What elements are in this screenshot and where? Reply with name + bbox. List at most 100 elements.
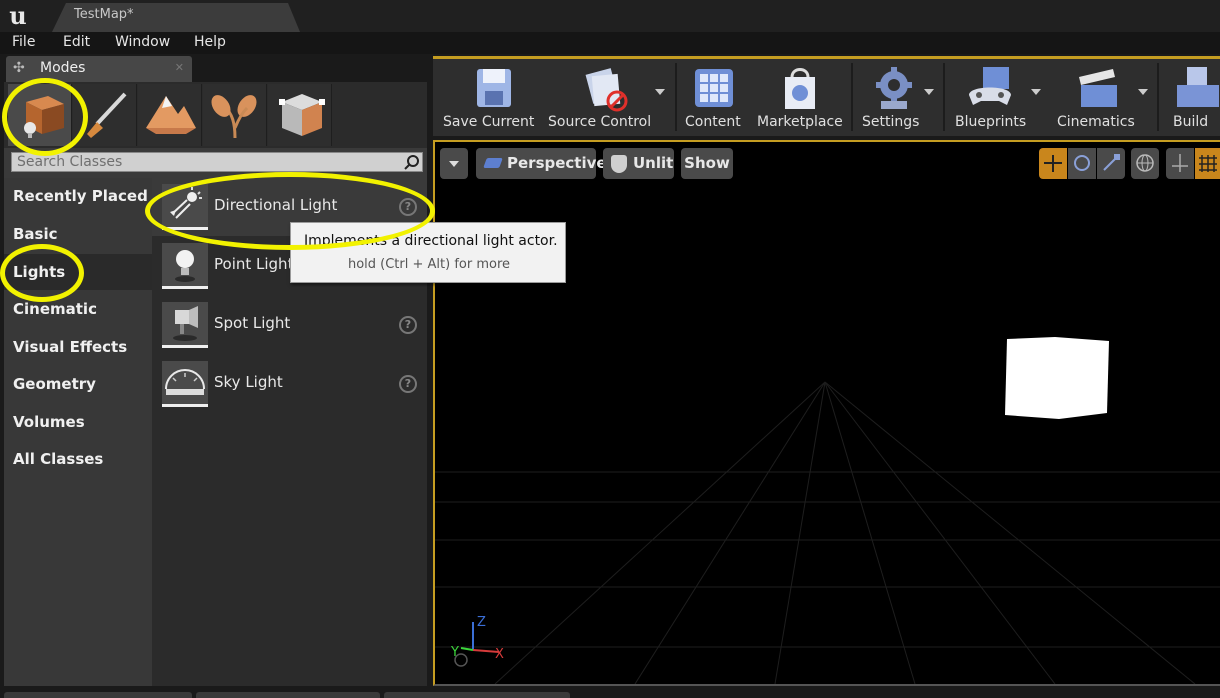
cube-actor[interactable] bbox=[1005, 337, 1111, 419]
move-icon bbox=[1044, 155, 1062, 172]
build-icon bbox=[1177, 67, 1219, 107]
place-mode-button[interactable] bbox=[8, 84, 72, 146]
menu-window[interactable]: Window bbox=[115, 34, 170, 50]
search-icon[interactable] bbox=[404, 154, 420, 170]
perspective-label: Perspective bbox=[507, 154, 607, 172]
bottom-tab[interactable] bbox=[4, 692, 192, 698]
grid-icon bbox=[1199, 155, 1217, 172]
blueprints-button[interactable]: Blueprints bbox=[951, 59, 1049, 136]
toolbar-separator bbox=[851, 63, 853, 131]
foliage-mode-icon bbox=[211, 95, 257, 139]
category-recently-placed[interactable]: Recently Placed bbox=[4, 178, 152, 214]
menu-help[interactable]: Help bbox=[194, 34, 226, 50]
toolbar-separator bbox=[943, 63, 945, 131]
category-geometry[interactable]: Geometry bbox=[4, 366, 152, 402]
view-mode-label: Unlit bbox=[633, 154, 674, 172]
modes-tab-label: Modes bbox=[40, 60, 86, 76]
settings-label: Settings bbox=[862, 114, 920, 130]
save-current-label: Save Current bbox=[443, 114, 535, 130]
grid-snap-button[interactable] bbox=[1195, 148, 1220, 179]
build-button[interactable]: Build bbox=[1163, 59, 1220, 136]
source-control-label: Source Control bbox=[548, 114, 652, 130]
category-all-classes[interactable]: All Classes bbox=[4, 441, 152, 477]
show-button[interactable]: Show bbox=[681, 148, 733, 179]
surface-snapping-button[interactable] bbox=[1166, 148, 1194, 179]
source-control-icon bbox=[585, 68, 628, 112]
globe-icon bbox=[1136, 154, 1154, 172]
list-item-spot-light[interactable]: Spot Light ? bbox=[152, 296, 427, 354]
paint-mode-button[interactable] bbox=[73, 84, 137, 146]
main-toolbar: Save Current Source Control Content Mark… bbox=[433, 56, 1220, 136]
category-basic[interactable]: Basic bbox=[4, 216, 152, 252]
chevron-down-icon[interactable] bbox=[924, 89, 934, 95]
chevron-down-icon[interactable] bbox=[655, 89, 665, 95]
bottom-bar bbox=[0, 686, 1220, 698]
place-mode-icon bbox=[24, 96, 64, 138]
category-lights[interactable]: Lights bbox=[4, 254, 152, 290]
close-icon[interactable]: ✕ bbox=[175, 61, 184, 74]
x-axis-label: X bbox=[495, 647, 504, 662]
help-icon[interactable]: ? bbox=[399, 375, 417, 393]
geometry-mode-button[interactable] bbox=[268, 84, 332, 146]
category-visual-effects[interactable]: Visual Effects bbox=[4, 329, 152, 365]
source-control-button[interactable]: Source Control bbox=[545, 59, 669, 136]
blueprints-icon bbox=[969, 67, 1011, 105]
save-current-button[interactable]: Save Current bbox=[441, 59, 541, 136]
help-icon[interactable]: ? bbox=[399, 316, 417, 334]
blueprints-label: Blueprints bbox=[955, 114, 1027, 130]
menu-edit[interactable]: Edit bbox=[63, 34, 90, 50]
view-mode-button[interactable]: Unlit bbox=[603, 148, 674, 179]
modes-tab[interactable]: ✣ Modes ✕ bbox=[6, 56, 192, 82]
chevron-down-icon[interactable] bbox=[1031, 89, 1041, 95]
document-tab-label: TestMap* bbox=[74, 7, 134, 22]
cinematics-button[interactable]: Cinematics bbox=[1053, 59, 1153, 136]
translate-tool-button[interactable] bbox=[1039, 148, 1067, 179]
tooltip-hint: hold (Ctrl + Alt) for more bbox=[347, 257, 511, 272]
category-volumes[interactable]: Volumes bbox=[4, 404, 152, 440]
item-label: Directional Light bbox=[214, 196, 338, 214]
search-input[interactable] bbox=[12, 153, 402, 171]
chevron-down-icon[interactable] bbox=[1138, 89, 1148, 95]
settings-icon bbox=[876, 67, 912, 109]
category-cinematic[interactable]: Cinematic bbox=[4, 291, 152, 327]
point-light-icon bbox=[162, 243, 208, 289]
world-coordinates-button[interactable] bbox=[1131, 148, 1159, 179]
chevron-down-icon bbox=[449, 160, 459, 167]
tooltip-text: Implements a directional light actor. bbox=[304, 233, 558, 249]
snap-icon bbox=[1172, 154, 1188, 172]
landscape-mode-icon bbox=[146, 96, 196, 134]
content-icon bbox=[695, 69, 733, 107]
scale-tool-button[interactable] bbox=[1097, 148, 1125, 179]
z-axis-label: Z bbox=[477, 615, 486, 630]
sky-light-icon bbox=[162, 361, 208, 407]
perspective-icon bbox=[483, 158, 503, 168]
y-axis-label: Y bbox=[450, 645, 459, 660]
save-icon bbox=[477, 69, 511, 107]
menu-file[interactable]: File bbox=[12, 34, 35, 50]
help-icon[interactable]: ? bbox=[399, 198, 417, 216]
geometry-mode-icon bbox=[279, 94, 325, 136]
axis-gizmo: Z X Y bbox=[450, 615, 504, 667]
bottom-tab[interactable] bbox=[384, 692, 570, 698]
title-bar: u TestMap* bbox=[0, 0, 1220, 32]
unreal-logo-icon[interactable]: u bbox=[4, 2, 32, 30]
toolbar-separator bbox=[1157, 63, 1159, 131]
content-button[interactable]: Content bbox=[681, 59, 747, 136]
settings-button[interactable]: Settings bbox=[857, 59, 947, 136]
marketplace-button[interactable]: Marketplace bbox=[755, 59, 847, 136]
foliage-mode-button[interactable] bbox=[203, 84, 267, 146]
landscape-mode-button[interactable] bbox=[138, 84, 202, 146]
bottom-tab[interactable] bbox=[196, 692, 380, 698]
rotate-tool-button[interactable] bbox=[1068, 148, 1096, 179]
perspective-button[interactable]: Perspective bbox=[476, 148, 607, 179]
item-label: Spot Light bbox=[214, 314, 291, 332]
paint-mode-icon bbox=[87, 92, 127, 138]
marketplace-label: Marketplace bbox=[757, 114, 843, 130]
modes-icon: ✣ bbox=[13, 60, 25, 76]
list-item-sky-light[interactable]: Sky Light ? bbox=[152, 355, 427, 413]
category-list: Recently Placed Basic Lights Cinematic V… bbox=[4, 178, 152, 686]
mode-toolbar bbox=[4, 82, 427, 148]
content-label: Content bbox=[685, 114, 741, 130]
viewport-options-button[interactable] bbox=[440, 148, 468, 179]
directional-light-icon bbox=[162, 184, 208, 230]
